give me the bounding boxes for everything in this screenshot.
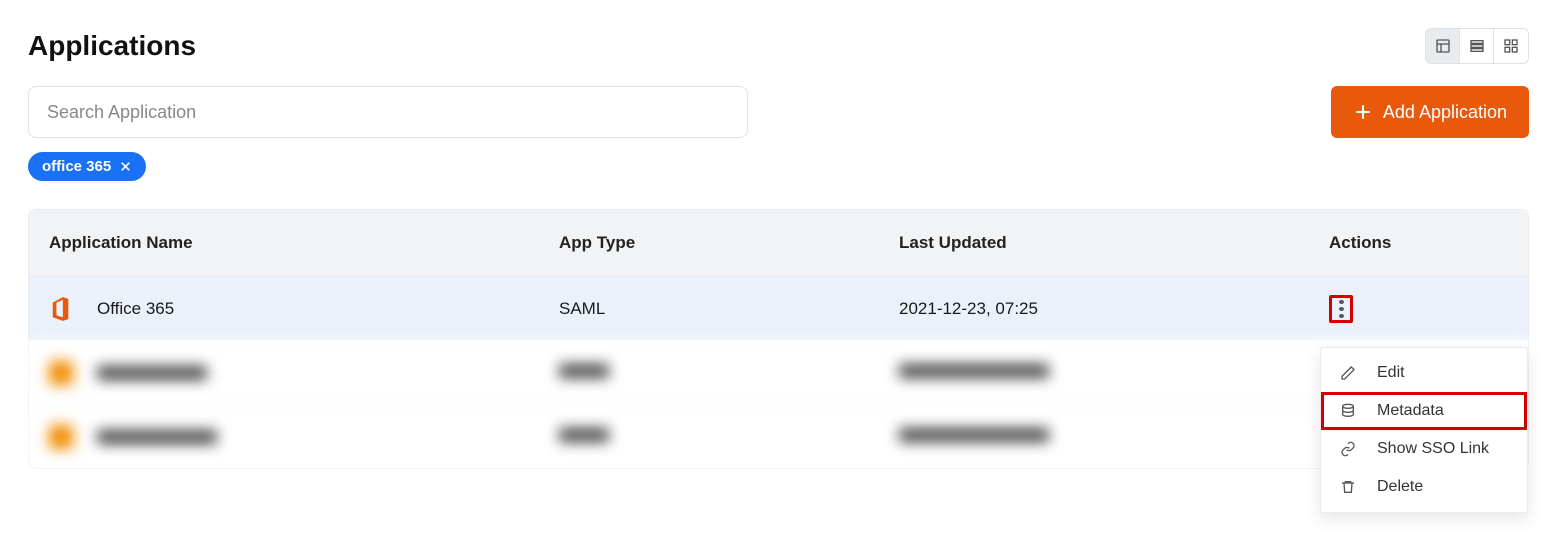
office-365-icon (49, 297, 73, 321)
table-row[interactable]: Office 365 SAML 2021-12-23, 07:25 Edit (29, 276, 1528, 340)
dropdown-show-sso-label: Show SSO Link (1377, 440, 1489, 458)
app-name: Office 365 (97, 299, 174, 319)
view-toggle-layout[interactable] (1426, 29, 1460, 63)
filter-chip-label: office 365 (42, 158, 111, 175)
dropdown-item-show-sso[interactable]: Show SSO Link (1321, 430, 1527, 468)
app-updated: 2021-12-23, 07:25 (899, 299, 1329, 319)
list-icon (1469, 38, 1485, 54)
filter-chip-close[interactable] (119, 160, 132, 173)
table-row (29, 340, 1528, 404)
dropdown-item-edit[interactable]: Edit (1321, 354, 1527, 392)
dropdown-metadata-label: Metadata (1377, 402, 1444, 420)
table-row (29, 404, 1528, 468)
add-application-button[interactable]: Add Application (1331, 86, 1529, 138)
col-header-name: Application Name (49, 233, 559, 253)
dropdown-edit-label: Edit (1377, 364, 1405, 382)
view-toggle-list[interactable] (1460, 29, 1494, 63)
dropdown-item-delete[interactable]: Delete (1321, 468, 1527, 506)
database-icon (1339, 402, 1357, 420)
row-actions-dropdown: Edit Metadata Show SSO Link (1320, 347, 1528, 513)
trash-icon (1339, 478, 1357, 496)
col-header-type: App Type (559, 233, 899, 253)
dropdown-item-metadata[interactable]: Metadata (1321, 392, 1527, 430)
col-header-actions: Actions (1329, 233, 1508, 253)
filter-chip: office 365 (28, 152, 146, 181)
search-input[interactable] (28, 86, 748, 138)
table-header-row: Application Name App Type Last Updated A… (29, 210, 1528, 276)
layout-icon (1435, 38, 1451, 54)
applications-table: Application Name App Type Last Updated A… (28, 209, 1529, 469)
close-icon (119, 160, 132, 173)
add-application-label: Add Application (1383, 102, 1507, 123)
page-title: Applications (28, 30, 196, 62)
plus-icon (1353, 102, 1373, 122)
pencil-icon (1339, 364, 1357, 382)
col-header-updated: Last Updated (899, 233, 1329, 253)
link-icon (1339, 440, 1357, 458)
row-actions-menu-trigger[interactable] (1329, 295, 1353, 323)
view-toggle-group (1425, 28, 1529, 64)
app-type: SAML (559, 299, 899, 319)
dropdown-delete-label: Delete (1377, 478, 1423, 496)
app-icon (49, 361, 73, 385)
grid-icon (1503, 38, 1519, 54)
app-icon (49, 425, 73, 449)
view-toggle-grid[interactable] (1494, 29, 1528, 63)
